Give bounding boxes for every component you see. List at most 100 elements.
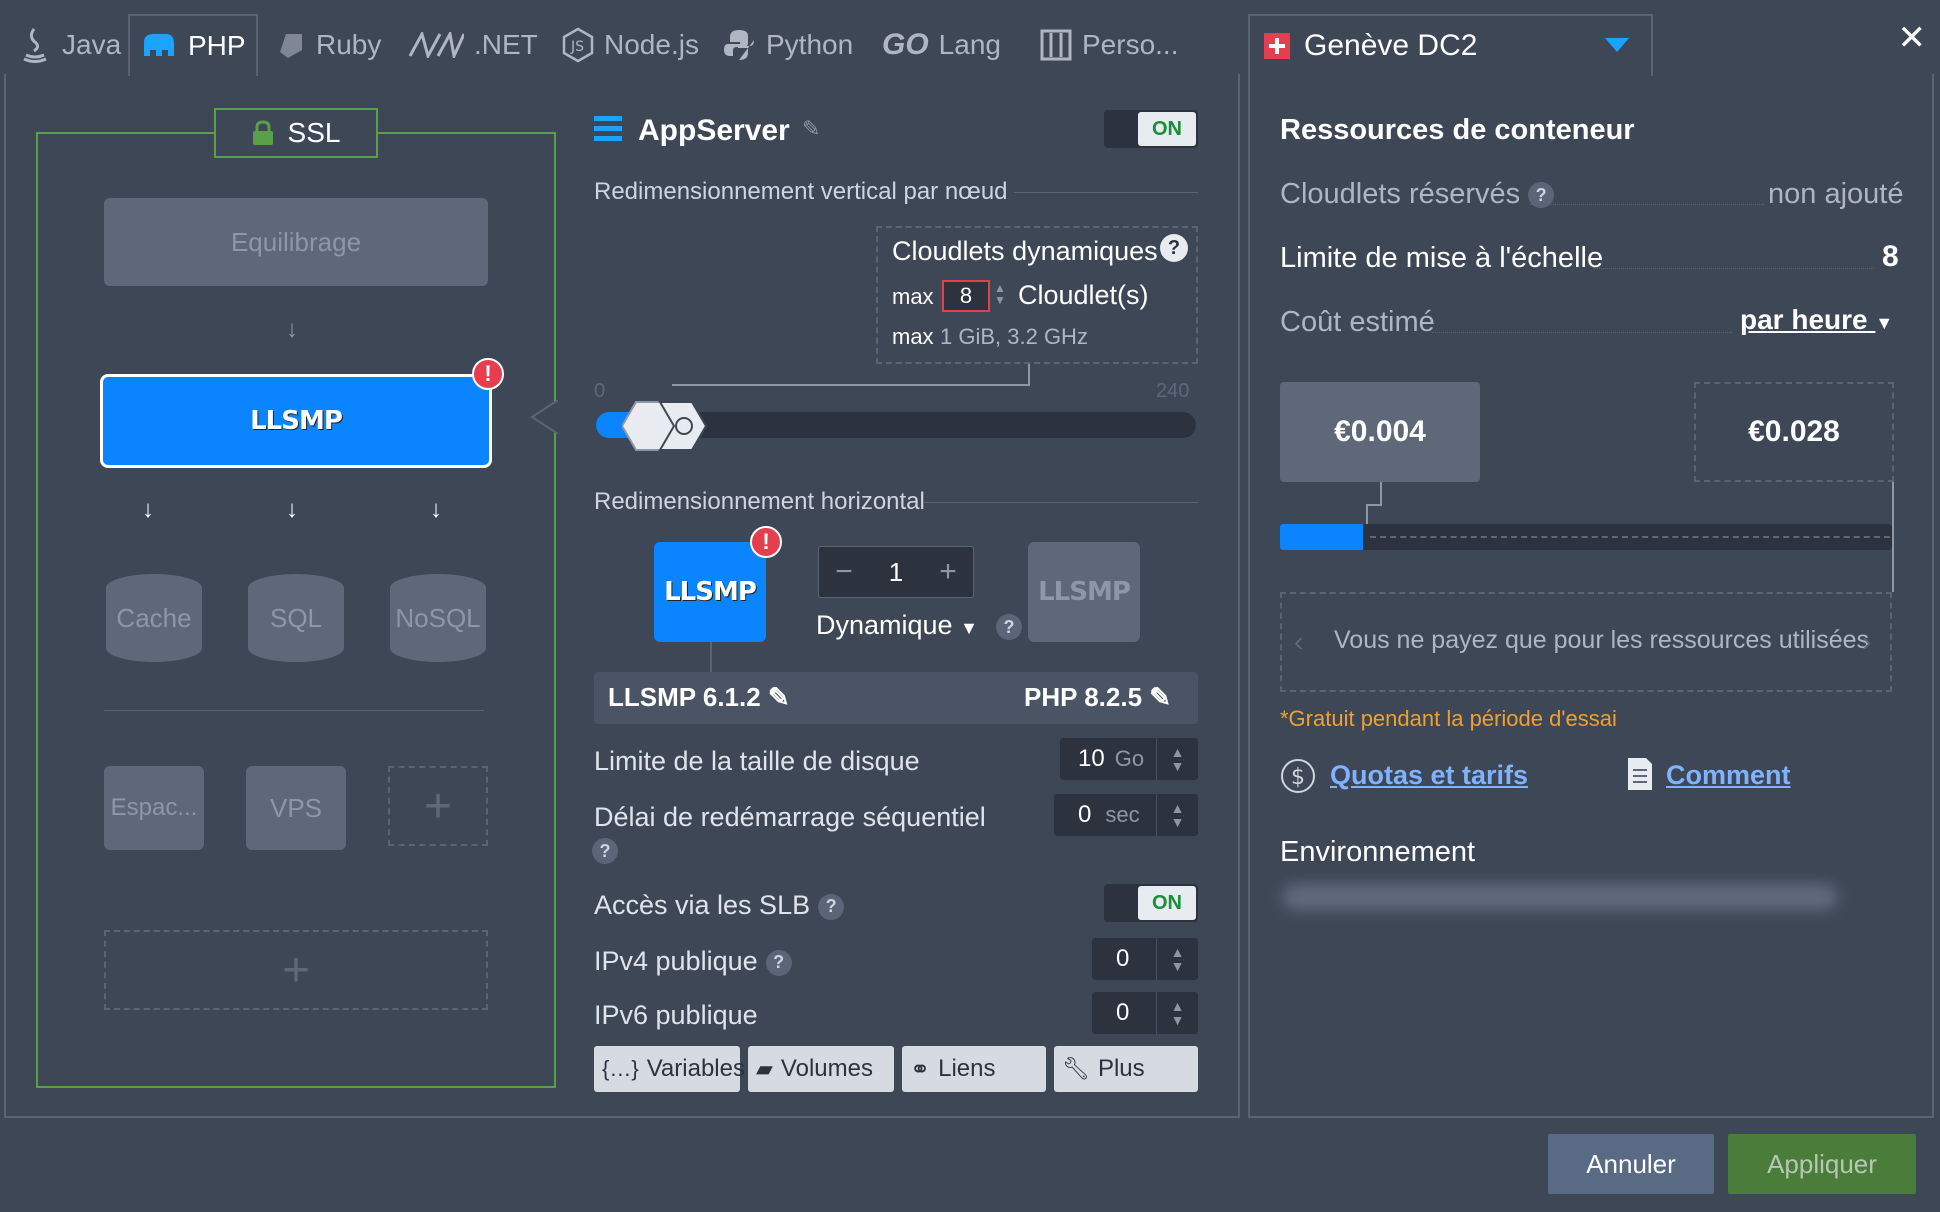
- add-layer-button[interactable]: +: [104, 930, 488, 1010]
- slb-toggle[interactable]: ON: [1104, 884, 1198, 922]
- help-icon[interactable]: ?: [818, 893, 845, 920]
- scaling-limit-label: Limite de mise à l'échelle: [1280, 242, 1604, 274]
- links-button[interactable]: ⚭ Liens: [902, 1046, 1046, 1092]
- button-label: Variables: [646, 1055, 745, 1082]
- php-version[interactable]: PHP 8.2.5 ✎: [1024, 682, 1171, 713]
- dotted-leader: [1432, 332, 1732, 333]
- button-label: Volumes: [780, 1055, 873, 1082]
- selected-pointer-icon: [530, 400, 558, 434]
- how-link[interactable]: Comment: [1666, 760, 1791, 791]
- lock-icon: [252, 120, 273, 145]
- sql-node[interactable]: SQL: [248, 574, 344, 662]
- ipv6-input[interactable]: 0 ▲ ▼: [1092, 992, 1198, 1034]
- stack-version-label: LLSMP 6.1.2: [608, 682, 761, 712]
- ruby-icon: [280, 34, 302, 58]
- apply-button[interactable]: Appliquer: [1728, 1134, 1916, 1194]
- region-selector[interactable]: Genève DC2: [1248, 14, 1653, 76]
- tab-ruby[interactable]: Ruby: [266, 14, 391, 76]
- ipv4-input[interactable]: 0 ▲ ▼: [1092, 938, 1198, 980]
- volumes-button[interactable]: ▰ Volumes: [748, 1046, 894, 1092]
- stepper-arrows-icon[interactable]: ▲ ▼: [1156, 794, 1198, 836]
- add-node-button[interactable]: +: [388, 766, 488, 846]
- disk-value: 10: [1078, 745, 1105, 772]
- ssl-button[interactable]: SSL: [214, 108, 378, 158]
- disk-limit-input[interactable]: 10 Go ▲ ▼: [1060, 738, 1198, 780]
- node-toggle[interactable]: ON: [1104, 110, 1198, 148]
- edit-pencil-icon[interactable]: ✎: [802, 116, 820, 142]
- tab-custom[interactable]: Perso...: [1030, 14, 1188, 76]
- tab-php[interactable]: PHP: [128, 14, 258, 76]
- ghost-node: LLSMP: [1028, 542, 1140, 642]
- node-title: AppServer: [638, 114, 790, 147]
- help-icon[interactable]: ?: [996, 614, 1022, 640]
- chevron-down-icon: [1605, 38, 1629, 52]
- restart-delay-input[interactable]: 0 sec ▲ ▼: [1054, 794, 1198, 836]
- region-name: Genève DC2: [1304, 29, 1478, 62]
- toggle-label: ON: [1138, 886, 1196, 920]
- help-icon[interactable]: ?: [765, 949, 792, 976]
- horizontal-node[interactable]: LLSMP: [654, 542, 766, 642]
- stack-version[interactable]: LLSMP 6.1.2 ✎: [608, 682, 790, 713]
- variables-button[interactable]: {…} Variables: [594, 1046, 745, 1092]
- slider-handle-icon[interactable]: [622, 400, 708, 452]
- quotas-link-label: Quotas et tarifs: [1330, 760, 1529, 790]
- tab-label: .NET: [474, 29, 538, 60]
- stepper-arrows-icon[interactable]: ▲ ▼: [994, 282, 1006, 306]
- node-count-input[interactable]: 1: [870, 546, 922, 598]
- cache-node[interactable]: Cache: [106, 574, 202, 662]
- help-icon[interactable]: ?: [1160, 234, 1188, 262]
- tab-java[interactable]: Java: [8, 14, 131, 76]
- engine-tab-bar: Java PHP Ruby .NET JS Node.js Python GO …: [0, 0, 1245, 76]
- more-button[interactable]: 🔧︎ Plus: [1054, 1046, 1198, 1092]
- restart-unit: sec: [1105, 802, 1140, 827]
- link-icon: ⚭: [910, 1055, 931, 1083]
- scaling-limit-value: 8: [1882, 240, 1899, 273]
- tab-dotnet[interactable]: .NET: [398, 14, 548, 76]
- max-cloudlets-input[interactable]: 8: [942, 280, 990, 312]
- tab-label: Java: [62, 29, 122, 60]
- nosql-node[interactable]: NoSQL: [390, 574, 486, 662]
- storage-label: Espac...: [110, 794, 198, 821]
- stepper-arrows-icon[interactable]: ▲ ▼: [1156, 938, 1198, 980]
- scaling-mode-select[interactable]: Dynamique ▼: [816, 610, 978, 641]
- tab-go[interactable]: GO Lang: [872, 14, 1011, 76]
- quotas-link[interactable]: Quotas et tarifs: [1330, 760, 1528, 791]
- storage-node[interactable]: Espac...: [104, 766, 204, 850]
- cost-period-select[interactable]: par heure ▼: [1740, 304, 1893, 336]
- slider-min: 0: [594, 380, 606, 402]
- balancer-label: Equilibrage: [230, 226, 362, 257]
- blurred-environment-name: [1282, 884, 1838, 910]
- svg-text:$: $: [1291, 765, 1305, 790]
- ipv4-value: 0: [1116, 945, 1130, 972]
- tab-nodejs[interactable]: JS Node.js: [552, 14, 709, 76]
- max-resources: 1 GiB, 3.2 GHz: [940, 324, 1088, 349]
- vps-node[interactable]: VPS: [246, 766, 346, 850]
- app-server-node[interactable]: LLSMP: [100, 374, 492, 468]
- tab-label: PHP: [188, 30, 246, 61]
- stepper-arrows-icon[interactable]: ▲ ▼: [1156, 992, 1198, 1034]
- swiss-flag-icon: [1264, 33, 1290, 59]
- tab-python[interactable]: Python: [712, 14, 863, 76]
- increment-button[interactable]: +: [922, 546, 974, 598]
- custom-icon: [1040, 29, 1072, 61]
- disk-unit: Go: [1114, 746, 1145, 771]
- menu-icon[interactable]: [594, 116, 622, 142]
- php-elephant-icon: [144, 34, 174, 56]
- chevron-left-icon[interactable]: ‹: [1294, 626, 1303, 658]
- help-icon[interactable]: ?: [592, 838, 618, 864]
- cancel-button[interactable]: Annuler: [1548, 1134, 1714, 1194]
- close-icon[interactable]: ✕: [1898, 18, 1927, 58]
- php-version-label: PHP 8.2.5: [1024, 682, 1143, 712]
- reserved-cloudlets-value: non ajouté: [1768, 178, 1904, 210]
- button-label: Plus: [1097, 1055, 1145, 1082]
- stepper-arrows-icon[interactable]: ▲ ▼: [1156, 738, 1198, 780]
- balancer-node[interactable]: Equilibrage: [104, 198, 488, 286]
- slb-label-text: Accès via les SLB: [594, 890, 811, 920]
- tab-label: Perso...: [1082, 29, 1179, 60]
- connector-line: [710, 642, 712, 672]
- chevron-right-icon[interactable]: ›: [1862, 626, 1871, 658]
- decrement-button[interactable]: −: [818, 546, 870, 598]
- dotted-leader: [1530, 204, 1764, 205]
- disk-limit-label: Limite de la taille de disque: [594, 746, 920, 776]
- go-icon: GO: [882, 28, 929, 61]
